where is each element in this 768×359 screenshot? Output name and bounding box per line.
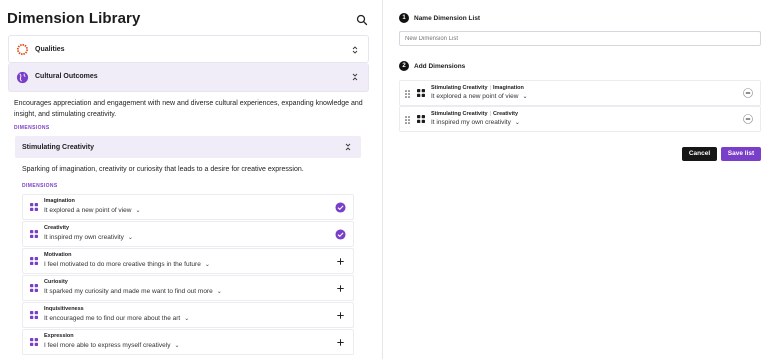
plus-icon[interactable] xyxy=(335,310,346,321)
grid-icon xyxy=(417,115,425,123)
library-title: Dimension Library xyxy=(7,10,141,27)
dimension-row[interactable]: Creativity It inspired my own creativity ⌄ xyxy=(22,221,354,247)
sunburst-icon xyxy=(16,43,29,56)
dimension-row[interactable]: Curiosity It sparked my curiosity and mad… xyxy=(22,275,354,301)
step-2-label: Add Dimensions xyxy=(414,63,466,70)
category-cultural-label: Cultural Outcomes xyxy=(35,73,98,80)
plus-icon[interactable] xyxy=(335,283,346,294)
dimension-list-builder: 1 Name Dimension List 2 Add Dimensions S… xyxy=(383,0,768,359)
chevron-expand-icon[interactable] xyxy=(351,46,359,54)
stimulating-label: Stimulating Creativity xyxy=(22,144,94,151)
plus-icon[interactable] xyxy=(335,256,346,267)
dimension-row[interactable]: Expression I feel more able to express my… xyxy=(22,329,354,355)
step-1-badge: 1 xyxy=(399,13,409,23)
globe-icon xyxy=(16,71,29,84)
drag-handle-icon[interactable] xyxy=(405,116,410,124)
dimension-row[interactable]: Motivation I feel motivated to do more cr… xyxy=(22,248,354,274)
chevron-down-icon[interactable]: ⌄ xyxy=(184,315,189,322)
chevron-collapse-icon[interactable] xyxy=(344,143,352,151)
plus-icon[interactable] xyxy=(335,337,346,348)
added-dimension-title: Stimulating Creativity | Creativity xyxy=(431,111,519,117)
chevron-down-icon[interactable]: ⌄ xyxy=(515,120,520,126)
grid-icon xyxy=(30,311,38,319)
dimension-question[interactable]: I feel motivated to do more creative thi… xyxy=(44,261,210,268)
dimension-question[interactable]: I feel more able to express myself creat… xyxy=(44,342,179,349)
chevron-down-icon[interactable]: ⌄ xyxy=(217,288,222,295)
dimension-question[interactable]: It encouraged me to find our more about … xyxy=(44,315,189,322)
added-dimension-row[interactable]: Stimulating Creativity | Creativity It insp… xyxy=(399,106,761,132)
dimension-row[interactable]: Inquisitiveness It encouraged me to find … xyxy=(22,302,354,328)
subcategory-stimulating-creativity[interactable]: Stimulating Creativity xyxy=(15,136,361,158)
dimension-name: Imagination xyxy=(44,198,75,204)
cancel-button[interactable]: Cancel xyxy=(682,147,717,161)
step-1-label: Name Dimension List xyxy=(414,15,481,22)
chevron-down-icon[interactable]: ⌄ xyxy=(135,207,140,214)
dimension-name: Inquisitiveness xyxy=(44,306,84,312)
grid-icon xyxy=(30,284,38,292)
category-qualities[interactable]: Qualities xyxy=(8,35,369,63)
dimension-question[interactable]: It inspired my own creativity ⌄ xyxy=(44,234,133,241)
minus-circle-icon[interactable] xyxy=(743,88,753,98)
dimension-name: Motivation xyxy=(44,252,72,258)
check-circle-icon[interactable] xyxy=(335,229,346,240)
grid-icon xyxy=(30,230,38,238)
dimensions-heading: DIMENSIONS xyxy=(14,125,50,131)
dimension-library-panel: Dimension Library Qualities Cultural Out… xyxy=(0,0,382,359)
added-dimension-title: Stimulating Creativity | Imagination xyxy=(431,85,524,91)
dimension-name: Curiosity xyxy=(44,279,68,285)
check-circle-icon[interactable] xyxy=(335,202,346,213)
dimension-row[interactable]: Imagination It explored a new point of vi… xyxy=(22,194,354,220)
category-qualities-label: Qualities xyxy=(35,46,65,53)
search-icon[interactable] xyxy=(356,14,368,26)
step-2-badge: 2 xyxy=(399,61,409,71)
dimension-name: Expression xyxy=(44,333,74,339)
list-name-input[interactable] xyxy=(399,31,761,46)
minus-circle-icon[interactable] xyxy=(743,114,753,124)
save-list-button[interactable]: Save list xyxy=(721,147,761,161)
dimensions-heading: DIMENSIONS xyxy=(22,183,58,189)
drag-handle-icon[interactable] xyxy=(405,90,410,98)
added-dimension-question[interactable]: It inspired my own creativity ⌄ xyxy=(431,119,520,126)
cultural-description: Encourages appreciation and engagement w… xyxy=(14,100,363,118)
dimension-question[interactable]: It explored a new point of view ⌄ xyxy=(44,207,140,214)
chevron-down-icon[interactable]: ⌄ xyxy=(174,342,179,349)
dimension-question[interactable]: It sparked my curiosity and made me want… xyxy=(44,288,222,295)
chevron-collapse-icon[interactable] xyxy=(351,73,359,81)
stimulating-description: Sparking of imagination, creativity or c… xyxy=(22,166,304,173)
added-dimension-row[interactable]: Stimulating Creativity | Imagination It exp… xyxy=(399,80,761,106)
grid-icon xyxy=(417,89,425,97)
grid-icon xyxy=(30,257,38,265)
chevron-down-icon[interactable]: ⌄ xyxy=(128,234,133,241)
added-dimension-question[interactable]: It explored a new point of view ⌄ xyxy=(431,93,527,100)
grid-icon xyxy=(30,203,38,211)
chevron-down-icon[interactable]: ⌄ xyxy=(205,261,210,268)
dimension-name: Creativity xyxy=(44,225,70,231)
chevron-down-icon[interactable]: ⌄ xyxy=(522,94,527,100)
grid-icon xyxy=(30,338,38,346)
category-cultural-outcomes[interactable]: Cultural Outcomes xyxy=(8,63,369,92)
